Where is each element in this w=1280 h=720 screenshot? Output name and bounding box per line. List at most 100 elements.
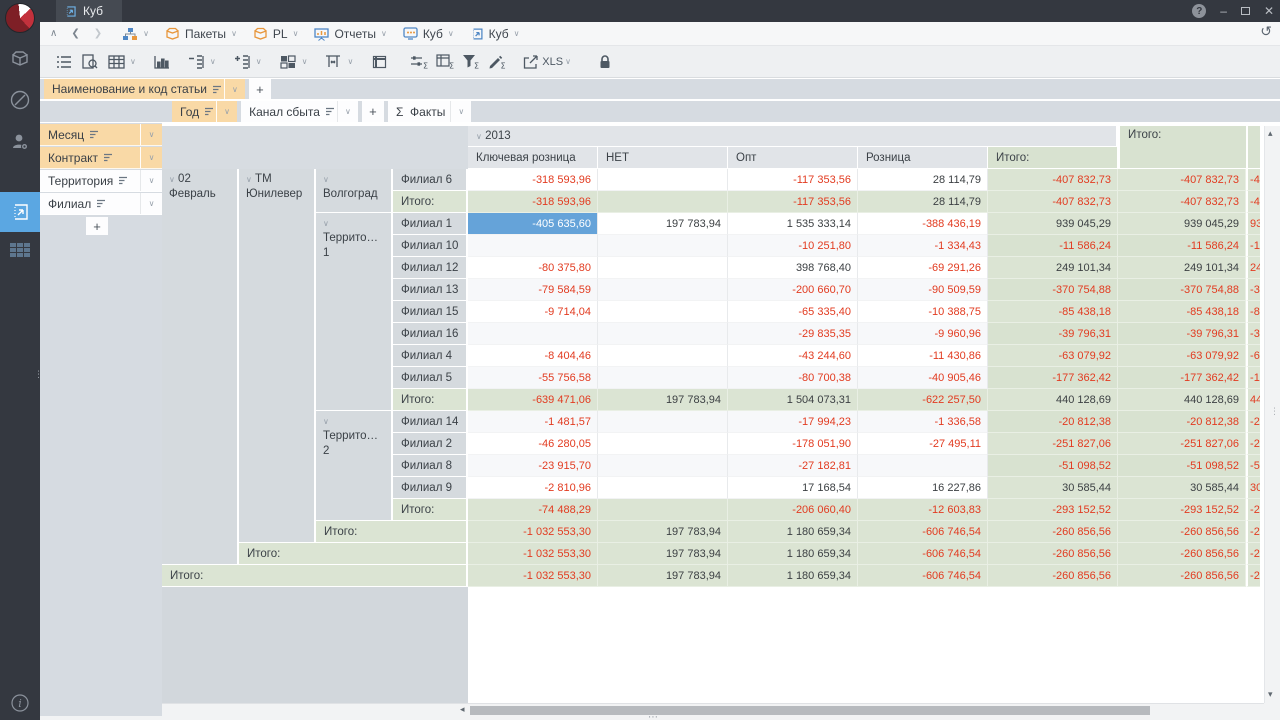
value-cell[interactable]: -80 375,80 [468,257,598,279]
value-cell[interactable]: 28 114,79 [858,191,988,213]
value-cell[interactable]: 197 783,94 [598,521,728,543]
breadcrumb-cube-view[interactable]: Куб∨ [395,27,462,41]
value-cell[interactable]: -260 856,56 [988,543,1118,565]
nav-back-button[interactable]: ❮ [71,28,79,39]
value-cell[interactable]: -293 152,52 [1118,499,1246,521]
value-cell[interactable]: -318 593,96 [468,191,598,213]
value-cell[interactable] [598,257,728,279]
value-cell[interactable]: -79 584,59 [468,279,598,301]
value-cell[interactable]: -65 335,40 [728,301,858,323]
row-group-cell[interactable]: ∨ Террито… 2 [316,411,393,521]
chart-icon[interactable] [150,50,174,74]
value-cell[interactable]: -260 856,56 [988,565,1118,587]
total-row-label[interactable]: Итого: [393,191,468,213]
row-label[interactable]: Филиал 6 [393,169,468,191]
value-cell[interactable] [858,455,988,477]
row-label[interactable]: Филиал 5 [393,367,468,389]
value-cell[interactable]: 939 045,29 [988,213,1118,235]
scroll-up-arrow[interactable]: ▴ [1268,129,1273,139]
value-cell[interactable]: -20 812,38 [988,411,1118,433]
row-label[interactable]: Филиал 15 [393,301,468,323]
expand-level-icon[interactable] [230,50,254,74]
value-cell[interactable]: -639 471,06 [468,389,598,411]
value-cell[interactable]: -27 182,81 [728,455,858,477]
value-cell[interactable] [468,235,598,257]
value-cell[interactable]: -63 079,92 [1118,345,1246,367]
value-cell[interactable]: -1 032 553,30 [468,543,598,565]
user-gear-icon[interactable] [0,124,40,160]
bottom-splitter-handle[interactable]: ⋯ [648,712,658,720]
value-cell[interactable] [598,323,728,345]
value-cell[interactable]: -260 856,56 [1118,521,1246,543]
value-cell[interactable]: -260 856,56 [988,521,1118,543]
value-cell[interactable]: -260 856,56 [1118,543,1246,565]
maximize-button[interactable] [1241,7,1250,15]
value-cell[interactable]: -51 098,52 [1118,455,1246,477]
lock-icon[interactable] [593,50,617,74]
field-dropdown-button[interactable]: ∨ [140,170,162,191]
vertical-scroll-grip[interactable]: ⋮ [1270,409,1279,413]
value-cell[interactable]: -63 079,92 [988,345,1118,367]
scroll-left-arrow[interactable]: ◂ [460,705,465,715]
grand-total-column-header[interactable]: Итого: [1118,126,1246,169]
value-cell[interactable]: -2 810,96 [468,477,598,499]
box-icon[interactable] [0,40,40,76]
total-column-header[interactable]: Итого: [988,147,1118,169]
total-row-label[interactable]: Итого: [393,499,468,521]
value-cell[interactable]: -1 334,43 [858,235,988,257]
row-label[interactable]: Филиал 2 [393,433,468,455]
close-button[interactable]: ✕ [1264,4,1274,18]
grid-icon[interactable] [0,232,40,268]
value-cell[interactable]: -27 495,11 [858,433,988,455]
field-dropdown-button[interactable]: ∨ [216,101,237,122]
value-cell[interactable]: 17 168,54 [728,477,858,499]
value-cell[interactable]: -405 635,60 [468,213,598,235]
value-cell[interactable]: -407 832,73 [1118,191,1246,213]
value-cell[interactable] [598,169,728,191]
field-chip-year[interactable]: Год ∨ [172,101,237,122]
value-cell[interactable]: -1 032 553,30 [468,565,598,587]
pivot-active-icon[interactable] [0,192,40,232]
tab-cube[interactable]: Куб [56,0,122,22]
value-cell[interactable]: -407 832,73 [988,169,1118,191]
value-cell[interactable]: 197 783,94 [598,213,728,235]
value-cell[interactable]: 249 101,34 [988,257,1118,279]
value-cell[interactable]: -622 257,50 [858,389,988,411]
row-label[interactable]: Филиал 10 [393,235,468,257]
value-cell[interactable]: 30 585,44 [988,477,1118,499]
breadcrumb-reports[interactable]: Отчеты∨ [306,27,394,41]
value-cell[interactable]: -74 488,29 [468,499,598,521]
row-label[interactable]: Филиал 8 [393,455,468,477]
horizontal-scrollbar[interactable]: ◂ ▸ [162,703,1280,716]
value-cell[interactable]: -39 796,31 [988,323,1118,345]
field-chip-article[interactable]: Наименование и код статьи ∨ [44,79,245,99]
value-cell[interactable]: -46 280,05 [468,433,598,455]
value-cell[interactable] [598,411,728,433]
value-cell[interactable]: 440 128,69 [1118,389,1246,411]
column-header[interactable]: Розница [858,147,988,169]
nav-up-button[interactable]: ∧ [50,28,57,39]
value-cell[interactable]: -407 832,73 [1118,169,1246,191]
row-label[interactable]: Филиал 16 [393,323,468,345]
add-row-field-button[interactable]: + [249,79,271,99]
field-dropdown-button[interactable]: ∨ [337,101,358,122]
value-cell[interactable]: -11 586,24 [988,235,1118,257]
value-cell[interactable]: -40 905,46 [858,367,988,389]
value-cell[interactable]: 1 180 659,34 [728,543,858,565]
row-label[interactable]: Филиал 14 [393,411,468,433]
field-dropdown-button[interactable]: ∨ [140,193,162,214]
value-cell[interactable]: -606 746,54 [858,543,988,565]
value-cell[interactable]: -177 362,42 [1118,367,1246,389]
row-label[interactable]: Филиал 1 [393,213,468,235]
list-icon[interactable] [52,50,76,74]
value-cell[interactable]: -251 827,06 [988,433,1118,455]
value-cell[interactable]: -1 032 553,30 [468,521,598,543]
value-cell[interactable]: -17 994,23 [728,411,858,433]
compass-icon[interactable] [0,82,40,118]
value-cell[interactable]: -388 436,19 [858,213,988,235]
panel-field-branch[interactable]: Филиал ∨ [40,193,162,215]
info-icon[interactable]: i [0,685,40,720]
value-cell[interactable]: -178 051,90 [728,433,858,455]
value-cell[interactable] [598,499,728,521]
value-cell[interactable]: -23 915,70 [468,455,598,477]
